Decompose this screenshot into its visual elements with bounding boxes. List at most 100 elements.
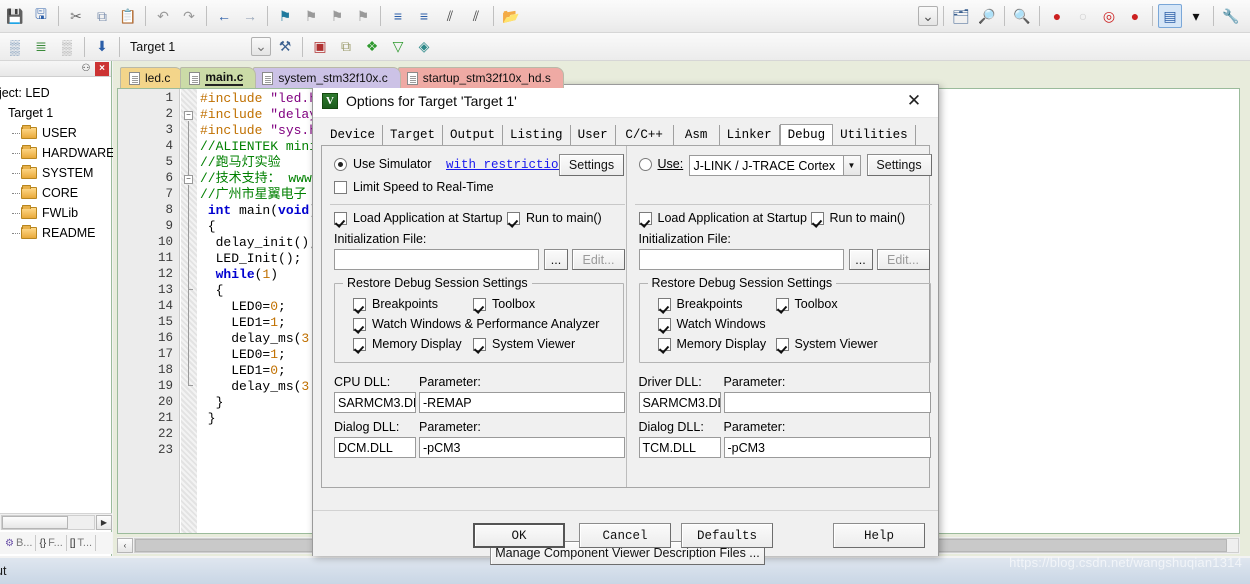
sim-dialog-parameter-input[interactable]: -pCM3	[419, 437, 625, 458]
sim-init-file-input[interactable]	[334, 249, 539, 270]
configure-icon[interactable]: 🔧	[1219, 4, 1243, 28]
comment-icon[interactable]: ⫽	[438, 4, 462, 28]
dialog-tab-device[interactable]: Device	[323, 125, 383, 145]
cancel-button[interactable]: Cancel	[579, 523, 671, 548]
drv-dialog-dll-input[interactable]: TCM.DLL	[639, 437, 721, 458]
file-tab-startup_stm32f10x_hd-s[interactable]: startup_stm32f10x_hd.s	[398, 67, 564, 88]
driver-settings-button[interactable]: Settings	[867, 154, 932, 176]
dialog-tab-linker[interactable]: Linker	[720, 125, 780, 145]
undo-icon[interactable]: ↶	[151, 4, 175, 28]
find-icon[interactable]: 🔍	[1010, 4, 1034, 28]
dialog-tab-user[interactable]: User	[571, 125, 616, 145]
tree-item-target-1[interactable]: Target 1	[0, 103, 111, 123]
radio-indicator[interactable]	[639, 158, 652, 171]
bookmark-clear-icon[interactable]: ⚑	[351, 4, 375, 28]
simulator-settings-button[interactable]: Settings	[559, 154, 624, 176]
ok-button[interactable]: OK	[473, 523, 565, 548]
code-line[interactable]: LED_Init();	[200, 251, 301, 267]
code-line[interactable]: //技术支持： www	[200, 171, 312, 187]
sim-dialog-dll-input[interactable]: DCM.DLL	[334, 437, 416, 458]
sim-restore-watch-windows[interactable]: Watch Windows & Performance Analyzer	[353, 317, 599, 331]
cpu-dll-parameter-input[interactable]: -REMAP	[419, 392, 625, 413]
close-icon[interactable]: ×	[95, 62, 109, 76]
dialog-tab-c-c-[interactable]: C/C++	[616, 125, 674, 145]
dialog-tab-debug[interactable]: Debug	[780, 124, 834, 146]
dialog-tab-listing[interactable]: Listing	[503, 125, 571, 145]
dialog-tab-asm[interactable]: Asm	[674, 125, 720, 145]
dialog-tab-utilities[interactable]: Utilities	[833, 125, 916, 145]
code-line[interactable]: while(1)	[200, 267, 278, 283]
find-in-files-icon[interactable]: 🗂	[949, 4, 973, 28]
checkbox-indicator[interactable]	[658, 298, 671, 311]
indent-right-icon[interactable]: ≡	[386, 4, 410, 28]
code-line[interactable]: int main(void)	[200, 203, 317, 219]
checkbox-indicator[interactable]	[811, 212, 824, 225]
sim-browse-button[interactable]: ...	[544, 249, 568, 270]
tree-item-oject-led[interactable]: oject: LED	[0, 83, 111, 103]
target-options-icon[interactable]: ⚒	[273, 35, 297, 59]
checkbox-indicator[interactable]	[334, 212, 347, 225]
window-dropdown-icon[interactable]: ▾	[1184, 4, 1208, 28]
dialog-close-icon[interactable]: ✕	[896, 86, 932, 116]
target-dropdown-icon[interactable]: ⌄	[251, 37, 271, 56]
code-line[interactable]: LED1=0;	[200, 363, 286, 379]
checkbox-indicator[interactable]	[507, 212, 520, 225]
drv-load-app-checkbox[interactable]: Load Application at Startup	[639, 211, 807, 225]
code-line[interactable]: }	[200, 395, 223, 411]
rebuild-icon[interactable]: ▒	[55, 35, 79, 59]
drv-restore-breakpoints[interactable]: Breakpoints	[658, 297, 743, 311]
sim-restore-breakpoints[interactable]: Breakpoints	[353, 297, 438, 311]
checkbox-indicator[interactable]	[776, 338, 789, 351]
file-tab-main-c[interactable]: main.c	[180, 67, 256, 88]
uncomment-icon[interactable]: ⫽	[464, 4, 488, 28]
dropdown-chevron-icon[interactable]: ⌄	[918, 6, 938, 26]
cut-icon[interactable]: ✂	[64, 4, 88, 28]
help-button[interactable]: Help	[833, 523, 925, 548]
bookmark-toggle-icon[interactable]: ⚑	[273, 4, 297, 28]
download-icon[interactable]: ⬇	[90, 35, 114, 59]
checkbox-indicator[interactable]	[353, 298, 366, 311]
bookmark-prev-icon[interactable]: ⚑	[299, 4, 323, 28]
sim-load-app-checkbox[interactable]: Load Application at Startup	[334, 211, 502, 225]
driver-dll-input[interactable]: SARMCM3.DLL	[639, 392, 721, 413]
drv-restore-toolbox[interactable]: Toolbox	[776, 297, 838, 311]
indent-left-icon[interactable]: ≡	[412, 4, 436, 28]
manage-runtime-icon[interactable]: ▽	[386, 35, 410, 59]
file-tab-system_stm32f10x-c[interactable]: system_stm32f10x.c	[253, 67, 400, 88]
defaults-button[interactable]: Defaults	[681, 523, 773, 548]
tree-item-user[interactable]: USER	[0, 123, 111, 143]
open-folder-icon[interactable]: 📂	[499, 4, 523, 28]
chevron-down-icon[interactable]: ▼	[843, 156, 860, 175]
drv-browse-button[interactable]: ...	[849, 249, 873, 270]
find-next-icon[interactable]: 🔎	[975, 4, 999, 28]
breakpoint-disable-icon[interactable]: ○	[1071, 4, 1095, 28]
tree-item-core[interactable]: CORE	[0, 183, 111, 203]
code-line[interactable]: //跑马灯实验	[200, 155, 281, 171]
tree-item-system[interactable]: SYSTEM	[0, 163, 111, 183]
breakpoint-kill-all-icon[interactable]: ●	[1123, 4, 1147, 28]
drv-restore-system-viewer[interactable]: System Viewer	[776, 337, 878, 351]
use-driver-radio[interactable]: Use:	[639, 157, 684, 171]
fold-toggle-icon[interactable]: −	[184, 175, 193, 184]
sim-restore-system-viewer[interactable]: System Viewer	[473, 337, 575, 351]
paste-icon[interactable]: 📋	[116, 4, 140, 28]
code-line[interactable]: //广州市星翼电子	[200, 187, 307, 203]
with-restrictions-link[interactable]: with restrictions	[446, 158, 574, 172]
project-panel-hscrollbar[interactable]: ▶	[0, 513, 112, 530]
save-icon[interactable]: 💾	[3, 4, 27, 28]
target-selector-value[interactable]: Target 1	[124, 40, 175, 54]
breakpoint-disable-all-icon[interactable]: ◎	[1097, 4, 1121, 28]
checkbox-indicator[interactable]	[334, 181, 347, 194]
code-line[interactable]: {	[200, 219, 216, 235]
build-icon[interactable]: ≣	[29, 35, 53, 59]
radio-indicator[interactable]	[334, 158, 347, 171]
sim-restore-toolbox[interactable]: Toolbox	[473, 297, 535, 311]
sim-restore-memory-display[interactable]: Memory Display	[353, 337, 462, 351]
manage-project-items-icon[interactable]: ▣	[308, 35, 332, 59]
checkbox-indicator[interactable]	[658, 338, 671, 351]
drv-restore-memory-display[interactable]: Memory Display	[658, 337, 767, 351]
project-panel-tab-0[interactable]: ⚙B...	[2, 535, 36, 551]
breakpoint-insert-icon[interactable]: ●	[1045, 4, 1069, 28]
checkbox-indicator[interactable]	[353, 338, 366, 351]
checkbox-indicator[interactable]	[639, 212, 652, 225]
